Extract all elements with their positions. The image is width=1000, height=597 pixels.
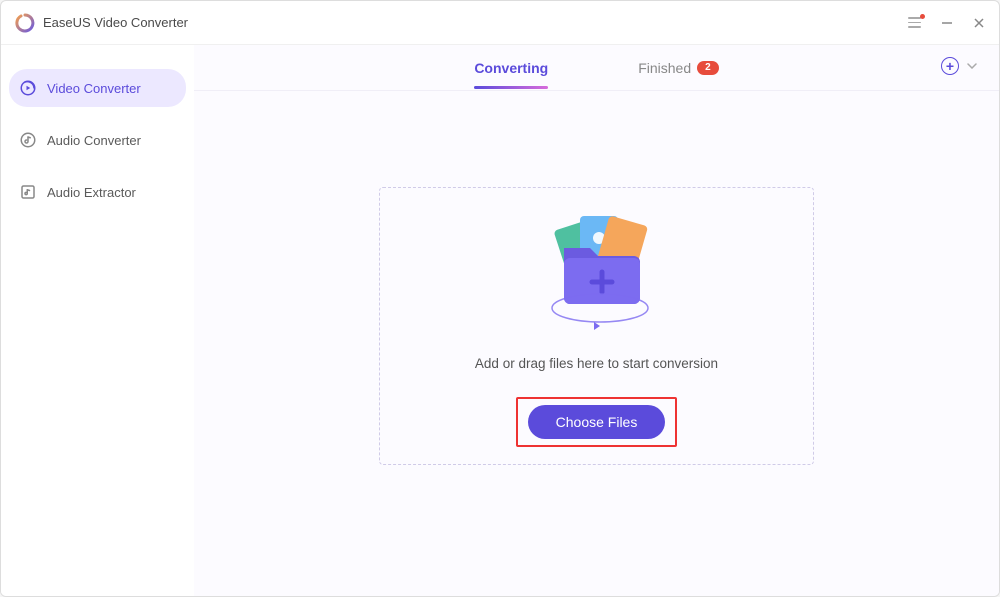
sidebar-item-video-converter[interactable]: Video Converter — [9, 69, 186, 107]
sidebar: Video Converter Audio Converter — [1, 45, 194, 596]
tab-label: Converting — [474, 60, 548, 76]
minimize-button[interactable] — [941, 17, 953, 29]
finished-badge: 2 — [697, 61, 719, 75]
sidebar-item-audio-extractor[interactable]: Audio Extractor — [9, 173, 186, 211]
close-button[interactable] — [973, 17, 985, 29]
main-panel: Converting Finished 2 + — [194, 45, 999, 596]
choose-files-highlight: Choose Files — [516, 397, 678, 447]
chevron-down-icon — [967, 61, 977, 72]
tabs-row: Converting Finished 2 + — [194, 45, 999, 91]
notification-dot-icon — [920, 14, 925, 19]
hamburger-icon — [908, 17, 921, 28]
choose-files-button[interactable]: Choose Files — [528, 405, 666, 439]
app-title: EaseUS Video Converter — [43, 15, 188, 30]
video-convert-icon — [19, 79, 37, 97]
sidebar-item-label: Audio Extractor — [47, 185, 136, 200]
plus-icon: + — [941, 57, 959, 75]
sidebar-item-label: Audio Converter — [47, 133, 141, 148]
app-window: EaseUS Video Converter — [0, 0, 1000, 597]
audio-convert-icon — [19, 131, 37, 149]
menu-button[interactable] — [908, 17, 921, 28]
dropzone-hint: Add or drag files here to start conversi… — [475, 356, 718, 371]
folder-illustration-icon — [522, 206, 672, 346]
app-logo-icon — [15, 13, 35, 33]
tab-converting[interactable]: Converting — [474, 48, 548, 88]
sidebar-item-label: Video Converter — [47, 81, 141, 96]
audio-extract-icon — [19, 183, 37, 201]
window-controls — [908, 17, 985, 29]
body-area: Video Converter Audio Converter — [1, 45, 999, 596]
add-files-button[interactable]: + — [941, 57, 977, 75]
titlebar: EaseUS Video Converter — [1, 1, 999, 45]
tab-finished[interactable]: Finished 2 — [638, 48, 718, 88]
content-area: Add or drag files here to start conversi… — [194, 91, 999, 596]
sidebar-item-audio-converter[interactable]: Audio Converter — [9, 121, 186, 159]
tab-label: Finished — [638, 60, 691, 76]
tabs: Converting Finished 2 — [474, 48, 718, 88]
dropzone[interactable]: Add or drag files here to start conversi… — [379, 187, 814, 465]
